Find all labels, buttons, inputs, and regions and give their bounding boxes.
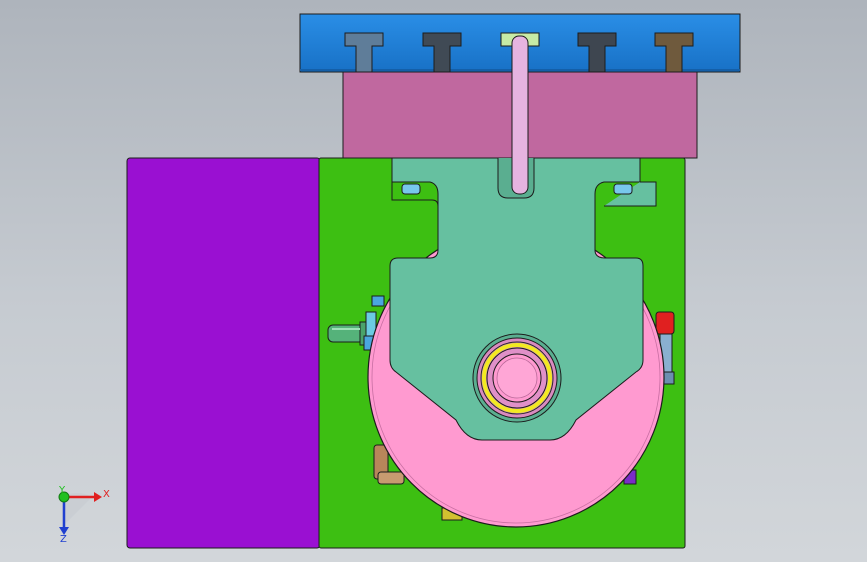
axis-x-label: X (103, 489, 110, 500)
coordinate-triad-icon: X Y Z (58, 485, 110, 545)
cad-model-drawing[interactable]: X Y Z (0, 0, 867, 562)
axis-z-label: Z (60, 534, 67, 545)
axis-y-label: Y (58, 485, 66, 496)
cad-graphics-viewport[interactable]: X Y Z (0, 0, 867, 562)
bearing-assembly[interactable] (472, 333, 562, 423)
side-plate[interactable] (126, 157, 321, 549)
